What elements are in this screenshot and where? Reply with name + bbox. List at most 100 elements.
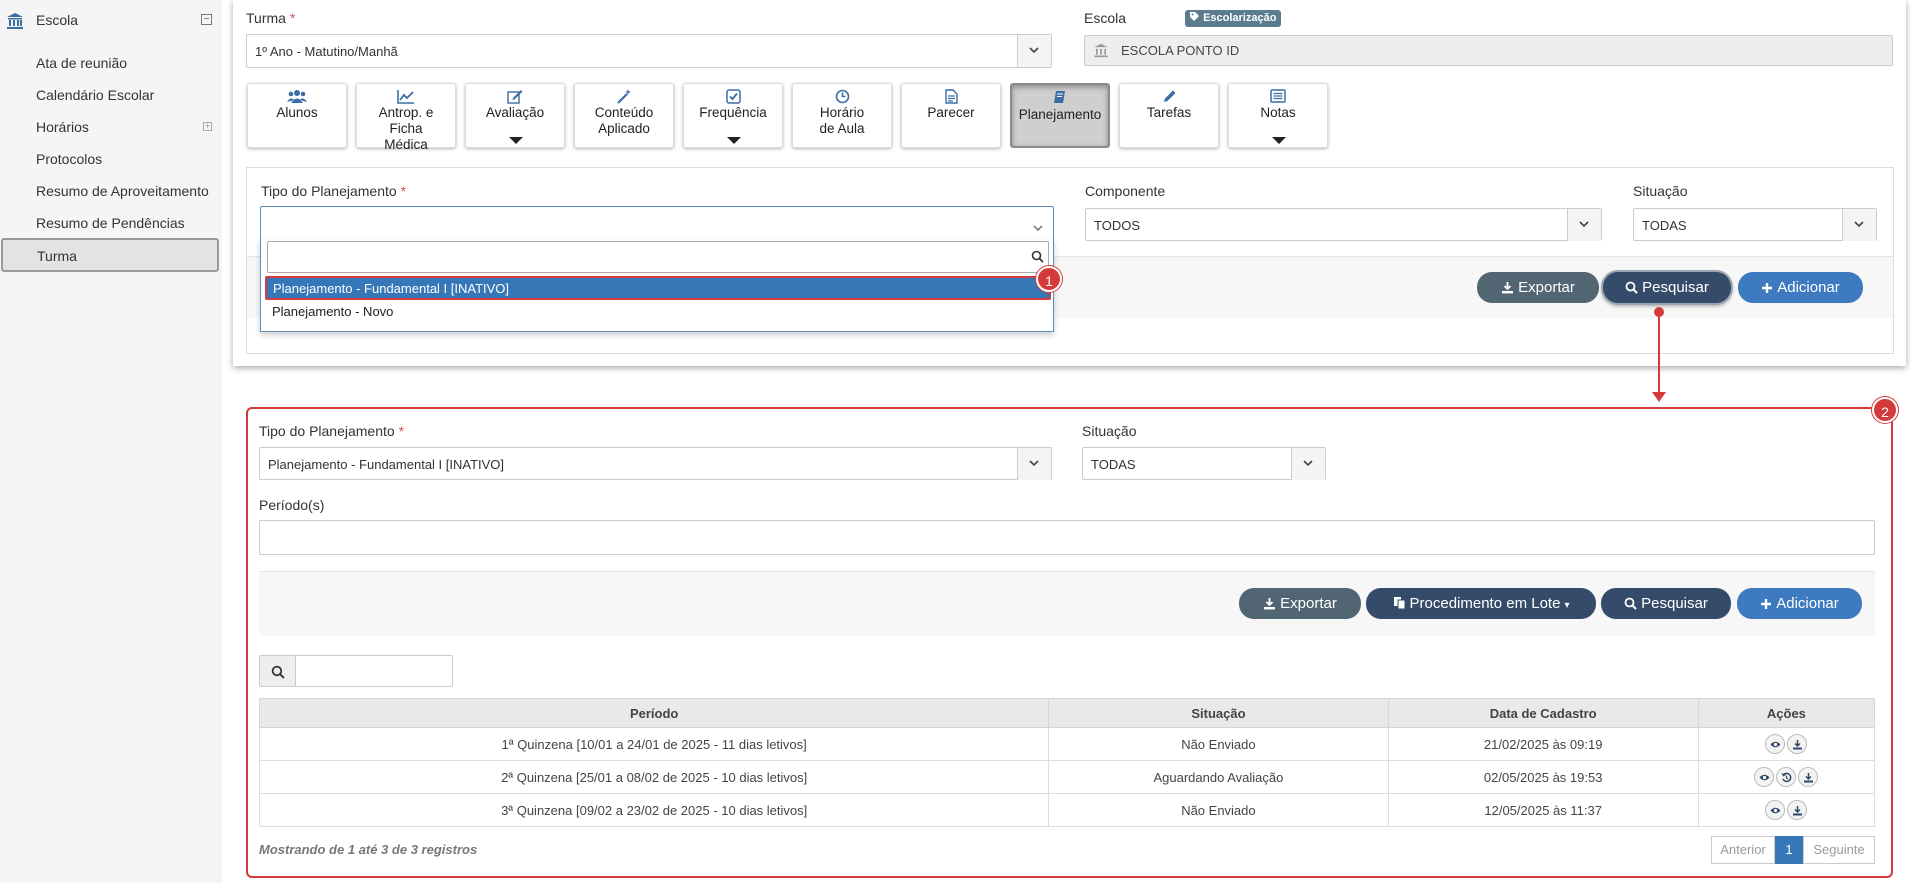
pencil-icon bbox=[1120, 89, 1218, 105]
expand-icon[interactable]: + bbox=[203, 122, 212, 131]
caret-down-icon bbox=[727, 137, 741, 144]
col-situacao[interactable]: Situação bbox=[1048, 698, 1389, 728]
step-marker-2: 2 bbox=[1872, 397, 1898, 423]
pesquisar-button[interactable]: Pesquisar bbox=[1601, 588, 1731, 619]
step-marker-1: 1 bbox=[1036, 266, 1062, 292]
download-icon bbox=[1264, 598, 1276, 610]
dropdown-search-input[interactable] bbox=[267, 241, 1049, 273]
view-icon[interactable] bbox=[1754, 767, 1775, 787]
tile-parecer[interactable]: Parecer bbox=[901, 83, 1001, 148]
periodos-label: Período(s) bbox=[259, 497, 325, 513]
periodos-input[interactable] bbox=[259, 520, 1875, 555]
sidebar-item-protocolos[interactable]: Protocolos bbox=[36, 151, 102, 167]
tile-label: Avaliação bbox=[485, 105, 545, 120]
tile-tarefas[interactable]: Tarefas bbox=[1119, 83, 1219, 148]
plus-icon bbox=[1761, 599, 1772, 609]
sidebar-item-label: Turma bbox=[37, 248, 77, 264]
tile-notas[interactable]: Notas bbox=[1228, 83, 1328, 148]
table-row: 3ª Quinzena [09/02 a 23/02 de 2025 - 10 … bbox=[258, 793, 1876, 827]
componente-label: Componente bbox=[1085, 183, 1166, 199]
tile-frequencia[interactable]: Frequência bbox=[683, 83, 783, 148]
componente-select[interactable]: TODOS bbox=[1085, 208, 1602, 241]
situacao-select[interactable]: TODAS bbox=[1633, 208, 1877, 241]
situacao-value: TODAS bbox=[1091, 457, 1136, 472]
download-icon[interactable] bbox=[1798, 767, 1819, 787]
download-icon[interactable] bbox=[1787, 800, 1808, 820]
tipo-label: Tipo do Planejamento * bbox=[259, 423, 405, 439]
exportar-button[interactable]: Exportar bbox=[1239, 588, 1361, 619]
turma-label: Turma * bbox=[246, 10, 296, 26]
adicionar-button[interactable]: Adicionar bbox=[1738, 272, 1863, 303]
tile-label: Parecer bbox=[927, 105, 975, 120]
exportar-button[interactable]: Exportar bbox=[1477, 272, 1599, 303]
sidebar-item-turma[interactable]: Turma bbox=[1, 238, 219, 272]
pesquisar-button[interactable]: Pesquisar bbox=[1603, 272, 1731, 303]
tile-horario[interactable]: Horário de Aula bbox=[792, 83, 892, 148]
procedimento-lote-button[interactable]: Procedimento em Lote ▾ bbox=[1366, 588, 1596, 619]
download-icon[interactable] bbox=[1787, 734, 1808, 754]
caret-down-icon: ▾ bbox=[1564, 600, 1570, 611]
file-text-icon bbox=[902, 89, 1000, 105]
arrow-head bbox=[1652, 392, 1666, 402]
sidebar-title: Escola bbox=[36, 12, 79, 28]
escola-field: ESCOLA PONTO ID bbox=[1084, 35, 1893, 66]
col-data[interactable]: Data de Cadastro bbox=[1387, 698, 1699, 728]
search-icon bbox=[1625, 281, 1638, 294]
sidebar-item-horarios[interactable]: Horários bbox=[36, 119, 89, 135]
caret-down-icon bbox=[1272, 137, 1286, 144]
table-row: 1ª Quinzena [10/01 a 24/01 de 2025 - 11 … bbox=[258, 727, 1876, 761]
tipo-select[interactable]: Planejamento - Fundamental I [INATIVO] bbox=[259, 447, 1052, 480]
turma-value: 1º Ano - Matutino/Manhã bbox=[255, 44, 398, 59]
escolarizacao-badge[interactable]: Escolarização bbox=[1185, 10, 1282, 27]
table-row: 2ª Quinzena [25/01 a 08/02 de 2025 - 10 … bbox=[258, 760, 1876, 794]
situacao-select[interactable]: TODAS bbox=[1082, 447, 1326, 480]
tile-label: Horário de Aula bbox=[819, 105, 865, 136]
magic-icon bbox=[575, 89, 673, 105]
cell-acoes bbox=[1697, 727, 1876, 761]
table-info: Mostrando de 1 até 3 de 3 registros bbox=[259, 842, 478, 857]
tag-icon bbox=[1190, 12, 1199, 21]
table-search-addon bbox=[259, 655, 296, 687]
pager-page-1[interactable]: 1 bbox=[1775, 836, 1803, 864]
col-acoes: Ações bbox=[1697, 698, 1876, 728]
collapse-icon[interactable]: − bbox=[201, 14, 212, 25]
sidebar-item-ata[interactable]: Ata de reunião bbox=[36, 55, 127, 71]
cell-periodo: 2ª Quinzena [25/01 a 08/02 de 2025 - 10 … bbox=[258, 760, 1050, 794]
pager-prev[interactable]: Anterior bbox=[1711, 836, 1775, 864]
cell-data: 21/02/2025 às 09:19 bbox=[1387, 727, 1699, 761]
cell-situacao: Não Enviado bbox=[1048, 793, 1389, 827]
chevron-down-icon bbox=[1017, 448, 1051, 480]
search-icon bbox=[271, 665, 285, 679]
view-icon[interactable] bbox=[1765, 734, 1786, 754]
escola-label: Escola bbox=[1084, 10, 1127, 26]
tile-label: Frequência bbox=[699, 105, 767, 120]
history-icon[interactable] bbox=[1776, 767, 1797, 787]
tile-conteudo[interactable]: Conteúdo Aplicado bbox=[574, 83, 674, 148]
check-square-icon bbox=[684, 89, 782, 105]
view-icon[interactable] bbox=[1765, 800, 1786, 820]
sidebar-item-pendencias[interactable]: Resumo de Pendências bbox=[36, 215, 185, 231]
download-icon bbox=[1502, 282, 1514, 294]
sidebar-item-aproveitamento[interactable]: Resumo de Aproveitamento bbox=[36, 183, 209, 199]
turma-select[interactable]: 1º Ano - Matutino/Manhã bbox=[246, 34, 1052, 68]
sidebar-header[interactable]: Escola − bbox=[0, 8, 222, 34]
tile-label: Alunos bbox=[276, 105, 318, 120]
tipo-label: Tipo do Planejamento * bbox=[261, 183, 407, 199]
cell-data: 02/05/2025 às 19:53 bbox=[1387, 760, 1699, 794]
tile-alunos[interactable]: Alunos bbox=[247, 83, 347, 148]
table-search-input[interactable] bbox=[295, 655, 453, 687]
tile-planejamento[interactable]: Planejamento bbox=[1010, 83, 1110, 148]
search-icon bbox=[1624, 597, 1637, 610]
dropdown-option-fundamental[interactable]: Planejamento - Fundamental I [INATIVO] bbox=[265, 276, 1051, 300]
tile-antrop[interactable]: Antrop. e Ficha Médica bbox=[356, 83, 456, 152]
tipo-planejamento-select[interactable] bbox=[260, 206, 1054, 240]
sidebar-item-calendario[interactable]: Calendário Escolar bbox=[36, 87, 154, 103]
dropdown-option-novo[interactable]: Planejamento - Novo bbox=[272, 304, 393, 319]
adicionar-button[interactable]: Adicionar bbox=[1737, 588, 1862, 619]
componente-value: TODOS bbox=[1094, 218, 1140, 233]
plus-icon bbox=[1762, 283, 1773, 293]
tile-avaliacao[interactable]: Avaliação bbox=[465, 83, 565, 148]
pager-next[interactable]: Seguinte bbox=[1803, 836, 1875, 864]
col-periodo[interactable]: Período bbox=[258, 698, 1050, 728]
result-panel: Tipo do Planejamento * Planejamento - Fu… bbox=[246, 407, 1893, 878]
